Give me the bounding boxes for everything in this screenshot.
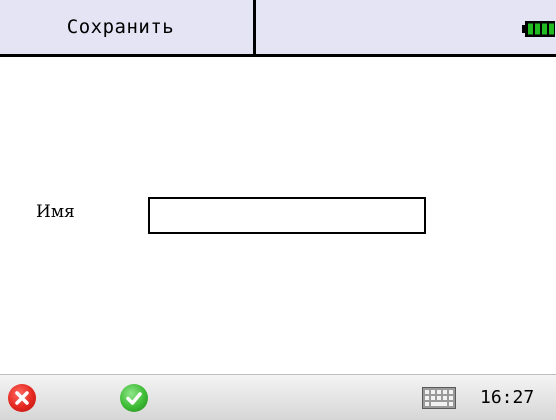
close-icon xyxy=(15,391,29,405)
cancel-button[interactable] xyxy=(8,384,36,412)
check-icon xyxy=(126,392,142,405)
name-label: Имя xyxy=(36,202,75,222)
confirm-button[interactable] xyxy=(120,384,148,412)
battery-full-icon xyxy=(522,21,555,37)
taskbar: 16:27 xyxy=(0,374,556,420)
clock: 16:27 xyxy=(480,387,535,408)
top-bar-divider xyxy=(253,0,256,54)
top-bar: Сохранить xyxy=(0,0,556,54)
app-screen: Сохранить Имя 16:27 xyxy=(0,0,556,420)
keyboard-icon[interactable] xyxy=(422,387,456,409)
name-input[interactable] xyxy=(148,197,426,234)
save-button-label: Сохранить xyxy=(66,16,175,38)
save-button[interactable]: Сохранить xyxy=(0,0,253,54)
top-bar-border xyxy=(0,54,556,57)
